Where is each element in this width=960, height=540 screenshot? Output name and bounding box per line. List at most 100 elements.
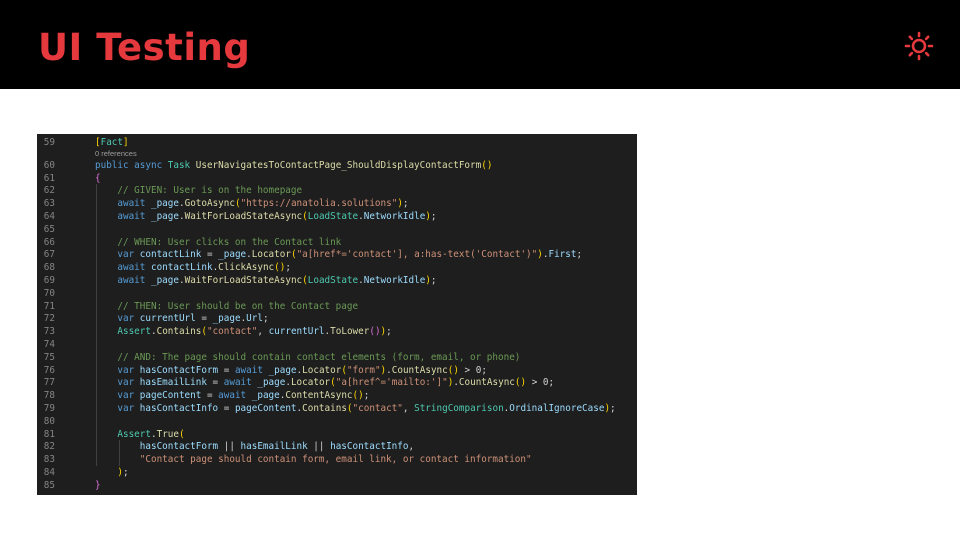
code-text: var pageContent = await _page.ContentAsy… (95, 389, 369, 402)
code-text: await _page.GotoAsync("https://anatolia.… (95, 197, 409, 210)
code-token: _page (218, 249, 247, 261)
slide-title: UI Testing (38, 26, 251, 69)
code-text: var contactLink = _page.Locator("a[href*… (95, 248, 582, 261)
code-text: await _page.WaitForLoadStateAsync(LoadSt… (95, 274, 436, 287)
code-token: var (95, 377, 140, 389)
code-token: () (481, 159, 493, 171)
code-token: ; (610, 403, 616, 414)
code-line: 83 "Contact page should contain form, em… (37, 453, 637, 466)
code-token: hasEmailLink (139, 377, 207, 389)
code-text: // GIVEN: User is on the homepage (95, 184, 302, 197)
code-token: // WHEN: User clicks on the Contact link (95, 236, 342, 248)
code-token: "a[href^='mailto:']" (335, 377, 448, 389)
code-token: "form" (346, 364, 381, 376)
code-token: GotoAsync (184, 198, 235, 210)
code-token: () (514, 377, 527, 389)
code-token: _page (257, 377, 286, 389)
code-token: contactLink (139, 249, 202, 261)
code-token: _page (212, 313, 241, 325)
code-token: StringComparison (414, 403, 504, 414)
code-text: // AND: The page should contain contact … (95, 351, 520, 364)
code-token: ; (576, 249, 583, 261)
code-token: ContentAsync (285, 390, 353, 402)
code-line: 78 var pageContent = await _page.Content… (37, 389, 637, 402)
code-token: || (218, 441, 241, 453)
code-token: True (156, 428, 179, 440)
code-token: () (274, 262, 286, 274)
code-token: () (352, 390, 364, 402)
code-token: hasContactInfo (139, 403, 219, 414)
code-token: UserNavigatesToContactPage_ShouldDisplay… (195, 159, 482, 171)
code-token: Assert (95, 428, 151, 440)
code-token: ; (363, 390, 370, 402)
code-token: ; (402, 198, 409, 210)
line-number: 82 (43, 441, 55, 453)
line-number: 66 (43, 236, 55, 248)
code-token: _page (150, 211, 179, 222)
code-line: 69 await _page.WaitForLoadStateAsync(Loa… (37, 274, 637, 287)
code-token: hasContactForm (139, 364, 219, 376)
code-token: Locator (251, 249, 291, 261)
code-token: First (548, 249, 577, 261)
line-number: 64 (43, 211, 55, 222)
code-token: ; (430, 211, 437, 222)
code-line: 61 { (37, 172, 637, 185)
code-token: "a[href*='contact'], a:has-text('Contact… (296, 249, 538, 261)
code-text: } (95, 479, 101, 492)
code-token: var (95, 390, 140, 402)
code-text: public async Task UserNavigatesToContact… (95, 159, 492, 172)
code-text: var hasContactInfo = pageContent.Contain… (95, 402, 616, 415)
code-token: hasContactInfo (330, 441, 409, 453)
code-token: // GIVEN: User is on the homepage (95, 185, 303, 197)
code-text: [Fact] (95, 136, 129, 149)
code-token: () (369, 326, 381, 338)
code-line: 68 await contactLink.ClickAsync(); (37, 261, 637, 274)
code-text: var currentUrl = _page.Url; (95, 312, 269, 325)
line-number: 78 (43, 390, 55, 402)
code-token: ToLower (330, 326, 370, 338)
code-token: , (402, 403, 415, 414)
code-token: Assert (95, 326, 151, 338)
code-line: 67 var contactLink = _page.Locator("a[hr… (37, 248, 637, 261)
line-number: 84 (43, 467, 55, 478)
code-token: ClickAsync (218, 262, 275, 274)
code-token: ; (285, 262, 291, 274)
code-line: 66 // WHEN: User clicks on the Contact l… (37, 236, 637, 249)
code-token: = (201, 390, 219, 402)
code-token: () (447, 364, 459, 376)
code-line: 63 await _page.GotoAsync("https://anatol… (37, 197, 637, 210)
line-number: 80 (43, 415, 55, 427)
code-token: await (95, 275, 151, 286)
code-token: var (95, 249, 140, 261)
code-line: 74 (37, 338, 637, 351)
code-text: var hasContactForm = await _page.Locator… (95, 364, 487, 377)
line-number: 71 (43, 300, 55, 312)
codelens-references: 0 references (95, 149, 137, 158)
code-text: await _page.WaitForLoadStateAsync(LoadSt… (95, 210, 437, 223)
code-token: var (95, 313, 140, 325)
code-token: = (195, 313, 213, 325)
code-line: 60 public async Task UserNavigatesToConta… (37, 159, 637, 172)
code-token: } (95, 479, 101, 491)
code-token: "contact" (206, 326, 258, 338)
code-token: currentUrl (139, 313, 196, 325)
code-token: ; (262, 313, 269, 325)
slide-header: UI Testing (0, 0, 960, 89)
line-number: 74 (43, 339, 55, 350)
code-token: WaitForLoadStateAsync (184, 275, 303, 286)
line-number: 61 (43, 172, 55, 184)
code-token: CountAsync (458, 377, 515, 389)
code-token: ; (386, 326, 392, 338)
code-text: // WHEN: User clicks on the Contact link (95, 236, 341, 249)
line-number: 75 (43, 351, 55, 363)
code-token: ) (95, 467, 123, 478)
code-token: hasEmailLink (240, 441, 308, 453)
code-token: pageContent (234, 403, 297, 414)
code-token: LoadState (307, 211, 359, 222)
code-token: CountAsync (391, 364, 448, 376)
code-line: 76 var hasContactForm = await _page.Loca… (37, 364, 637, 377)
sun-icon (904, 31, 934, 61)
code-token: Contains (156, 326, 202, 338)
line-number: 65 (43, 223, 55, 235)
line-number: 73 (43, 326, 55, 338)
